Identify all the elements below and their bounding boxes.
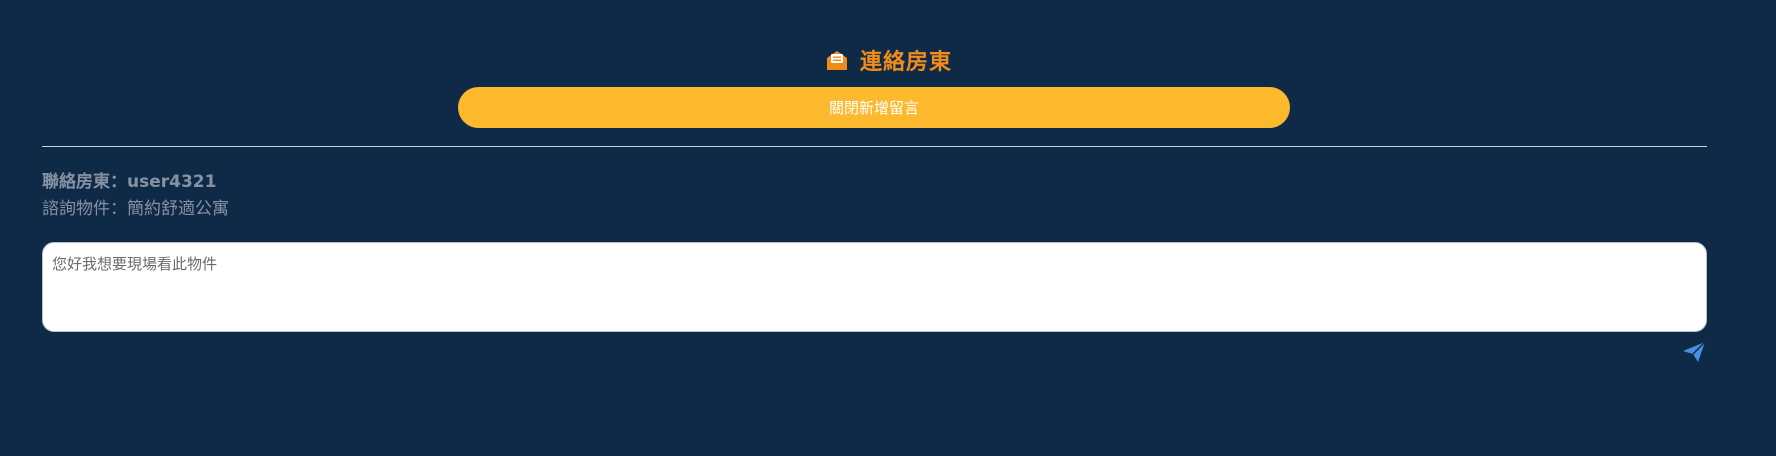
property-info: 諮詢物件：簡約舒適公寓 [42,199,229,219]
contact-landlord-panel: 連絡房東 關閉新增留言 聯絡房東：user4321 諮詢物件：簡約舒適公寓 [0,0,1776,456]
message-input[interactable] [42,242,1707,332]
send-button[interactable] [1680,340,1708,366]
envelope-open-icon [824,47,850,73]
landlord-info: 聯絡房東：user4321 [42,172,217,192]
divider [42,146,1707,147]
page-title: 連絡房東 [859,50,952,75]
paper-plane-icon [1681,341,1707,367]
section-header: 連絡房東 [0,44,1776,76]
close-new-message-button[interactable]: 關閉新增留言 [458,87,1290,128]
